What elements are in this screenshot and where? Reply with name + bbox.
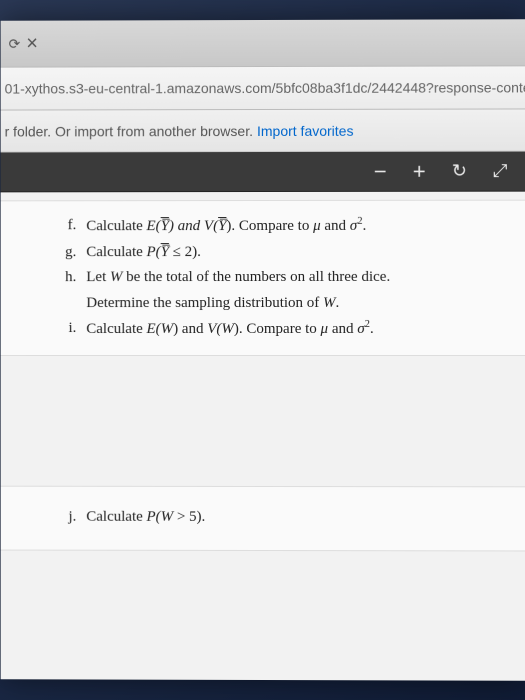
t: Calculate bbox=[86, 218, 146, 234]
item-letter: j. bbox=[60, 504, 76, 529]
rotate-button[interactable]: ↻ bbox=[452, 161, 467, 182]
photo-background: ⟳ × 01-xythos.s3-eu-central-1.amazonaws.… bbox=[0, 0, 525, 700]
item-text: Calculate E(Y̅) and V(Y̅). Compare to μ … bbox=[86, 213, 505, 240]
w: W bbox=[161, 508, 173, 524]
t: ). Compare to bbox=[226, 218, 313, 234]
t: Calculate bbox=[86, 244, 146, 260]
mu: μ bbox=[321, 321, 329, 337]
w: W bbox=[221, 321, 233, 337]
close-tab-icon[interactable]: × bbox=[26, 32, 38, 55]
t: V( bbox=[207, 321, 221, 337]
mu: μ bbox=[313, 218, 321, 234]
t: Calculate bbox=[86, 508, 146, 524]
t: Calculate bbox=[86, 321, 146, 337]
t: ≤ 2). bbox=[169, 244, 201, 260]
zoom-in-button[interactable]: + bbox=[413, 158, 426, 184]
item-text: Let W be the total of the numbers on all… bbox=[86, 265, 505, 316]
item-letter: i. bbox=[60, 316, 76, 342]
t: . bbox=[363, 218, 367, 234]
tab-indicator-icon: ⟳ bbox=[9, 35, 21, 52]
t: ) and bbox=[173, 321, 207, 337]
tab-strip: ⟳ × bbox=[1, 19, 525, 66]
import-favorites-link[interactable]: Import favorites bbox=[257, 122, 354, 138]
t: . bbox=[370, 321, 374, 337]
fit-page-button[interactable]: ⤢ bbox=[493, 161, 507, 182]
url-text: 01-xythos.s3-eu-central-1.amazonaws.com/… bbox=[5, 79, 525, 96]
t: ). Compare to bbox=[234, 321, 321, 337]
t: . bbox=[336, 294, 340, 310]
browser-window: ⟳ × 01-xythos.s3-eu-central-1.amazonaws.… bbox=[1, 19, 525, 681]
w: W bbox=[110, 269, 122, 285]
t: Determine the sampling distribution of bbox=[86, 294, 323, 310]
favorites-bar: r folder. Or import from another browser… bbox=[1, 109, 525, 152]
t: > 5). bbox=[173, 508, 205, 524]
problem-h: h. Let W be the total of the numbers on … bbox=[60, 265, 505, 316]
t: and bbox=[321, 218, 350, 234]
problem-j: j. Calculate P(W > 5). bbox=[60, 504, 505, 530]
sigma: σ bbox=[357, 321, 364, 337]
item-letter: h. bbox=[60, 265, 76, 316]
problem-f: f. Calculate E(Y̅) and V(Y̅). Compare to… bbox=[60, 213, 505, 240]
w: W bbox=[323, 294, 336, 310]
t: V( bbox=[204, 218, 218, 234]
w: W bbox=[161, 321, 173, 337]
item-text: Calculate P(Y̅ ≤ 2). bbox=[86, 239, 505, 265]
pdf-toolbar: − + ↻ ⤢ bbox=[1, 152, 525, 193]
item-text: Calculate E(W) and V(W). Compare to μ an… bbox=[86, 316, 505, 343]
t: be the total of the numbers on all three… bbox=[122, 269, 390, 285]
favorites-hint-text: r folder. Or import from another browser… bbox=[5, 123, 253, 139]
t: and bbox=[328, 321, 357, 337]
document-viewport[interactable]: f. Calculate E(Y̅) and V(Y̅). Compare to… bbox=[1, 192, 525, 681]
t: Let bbox=[86, 269, 110, 285]
t: P( bbox=[147, 244, 161, 260]
problem-block-2: j. Calculate P(W > 5). bbox=[1, 485, 525, 551]
problem-g: g. Calculate P(Y̅ ≤ 2). bbox=[60, 239, 505, 265]
ybar: Y̅ bbox=[161, 244, 169, 260]
t: ) and bbox=[169, 218, 204, 234]
t: P( bbox=[147, 508, 161, 524]
ybar: Y̅ bbox=[161, 218, 169, 234]
problem-i: i. Calculate E(W) and V(W). Compare to μ… bbox=[60, 316, 505, 343]
problem-block-1: f. Calculate E(Y̅) and V(Y̅). Compare to… bbox=[1, 200, 525, 356]
zoom-out-button[interactable]: − bbox=[374, 158, 387, 184]
t: E( bbox=[147, 321, 161, 337]
item-letter: g. bbox=[60, 240, 76, 265]
item-text: Calculate P(W > 5). bbox=[86, 504, 505, 530]
address-bar[interactable]: 01-xythos.s3-eu-central-1.amazonaws.com/… bbox=[1, 65, 525, 110]
item-letter: f. bbox=[60, 213, 76, 239]
tab-controls: ⟳ × bbox=[9, 32, 38, 55]
t: E( bbox=[147, 218, 161, 234]
